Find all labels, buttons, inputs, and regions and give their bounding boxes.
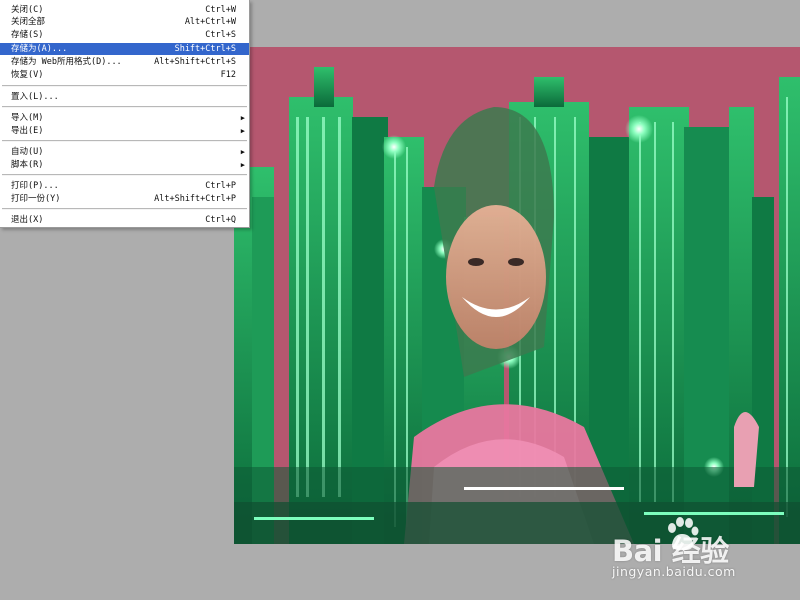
menu-item-label: 存储(S) — [11, 30, 44, 40]
menu-separator — [2, 85, 247, 87]
menu-item-shortcut: Ctrl+W — [205, 5, 236, 15]
submenu-arrow-icon: ▶ — [240, 114, 245, 122]
menu-item-scripts[interactable]: 脚本(R) ▶ — [0, 159, 249, 171]
menu-separator — [2, 208, 247, 210]
menu-item-shortcut: F12 — [220, 70, 236, 80]
menu-item-shortcut: Shift+Ctrl+S — [174, 44, 236, 54]
menu-item-import[interactable]: 导入(M) ▶ — [0, 112, 249, 124]
menu-item-label: 打印(P)... — [11, 181, 59, 191]
menu-item-shortcut: Alt+Shift+Ctrl+S — [154, 57, 236, 67]
menu-item-automate[interactable]: 自动(U) ▶ — [0, 146, 249, 158]
submenu-arrow-icon: ▶ — [240, 161, 245, 169]
menu-item-label: 置入(L)... — [11, 92, 59, 102]
menu-item-shortcut: Ctrl+S — [205, 30, 236, 40]
menu-separator — [2, 174, 247, 176]
menu-item-print[interactable]: 打印(P)... Ctrl+P — [0, 180, 249, 192]
menu-item-close-all[interactable]: 关闭全部 Alt+Ctrl+W — [0, 16, 249, 28]
menu-item-place[interactable]: 置入(L)... — [0, 91, 249, 103]
menu-item-label: 打印一份(Y) — [11, 194, 61, 204]
menu-separator — [2, 106, 247, 108]
menu-item-label: 脚本(R) — [11, 160, 44, 170]
menu-item-close[interactable]: 关闭(C) Ctrl+W — [0, 4, 249, 16]
menu-item-export[interactable]: 导出(E) ▶ — [0, 125, 249, 137]
submenu-arrow-icon: ▶ — [240, 148, 245, 156]
menu-item-label: 存储为(A)... — [11, 44, 68, 54]
menu-item-save-for-web[interactable]: 存储为 Web所用格式(D)... Alt+Shift+Ctrl+S — [0, 56, 249, 68]
menu-item-label: 关闭全部 — [11, 17, 46, 27]
menu-item-print-one-copy[interactable]: 打印一份(Y) Alt+Shift+Ctrl+P — [0, 193, 249, 205]
menu-item-exit[interactable]: 退出(X) Ctrl+Q — [0, 214, 249, 226]
menu-item-label: 自动(U) — [11, 147, 44, 157]
menu-item-label: 存储为 Web所用格式(D)... — [11, 57, 122, 67]
document-canvas[interactable] — [234, 47, 800, 544]
menu-item-revert[interactable]: 恢复(V) F12 — [0, 69, 249, 81]
menu-item-shortcut: Alt+Shift+Ctrl+P — [154, 194, 236, 204]
menu-item-save-as[interactable]: 存储为(A)... Shift+Ctrl+S — [0, 43, 249, 55]
menu-item-shortcut: Ctrl+P — [205, 181, 236, 191]
submenu-arrow-icon: ▶ — [240, 127, 245, 135]
menu-item-shortcut: Ctrl+Q — [205, 215, 236, 225]
baidu-jingyan-watermark: Bai 经验 jingyan.baidu.com — [612, 512, 792, 582]
city-portrait-image — [234, 47, 800, 544]
menu-item-label: 恢复(V) — [11, 70, 44, 80]
watermark-url: jingyan.baidu.com — [612, 564, 736, 579]
menu-item-save[interactable]: 存储(S) Ctrl+S — [0, 29, 249, 41]
paw-logo-icon — [668, 517, 699, 551]
menu-item-label: 导入(M) — [11, 113, 44, 123]
menu-item-label: 退出(X) — [11, 215, 44, 225]
menu-separator — [2, 140, 247, 142]
menu-item-label: 导出(E) — [11, 126, 44, 136]
menu-item-label: 关闭(C) — [11, 5, 44, 15]
menu-item-shortcut: Alt+Ctrl+W — [184, 17, 236, 27]
file-menu: 关闭(C) Ctrl+W 关闭全部 Alt+Ctrl+W 存储(S) Ctrl+… — [0, 0, 250, 228]
